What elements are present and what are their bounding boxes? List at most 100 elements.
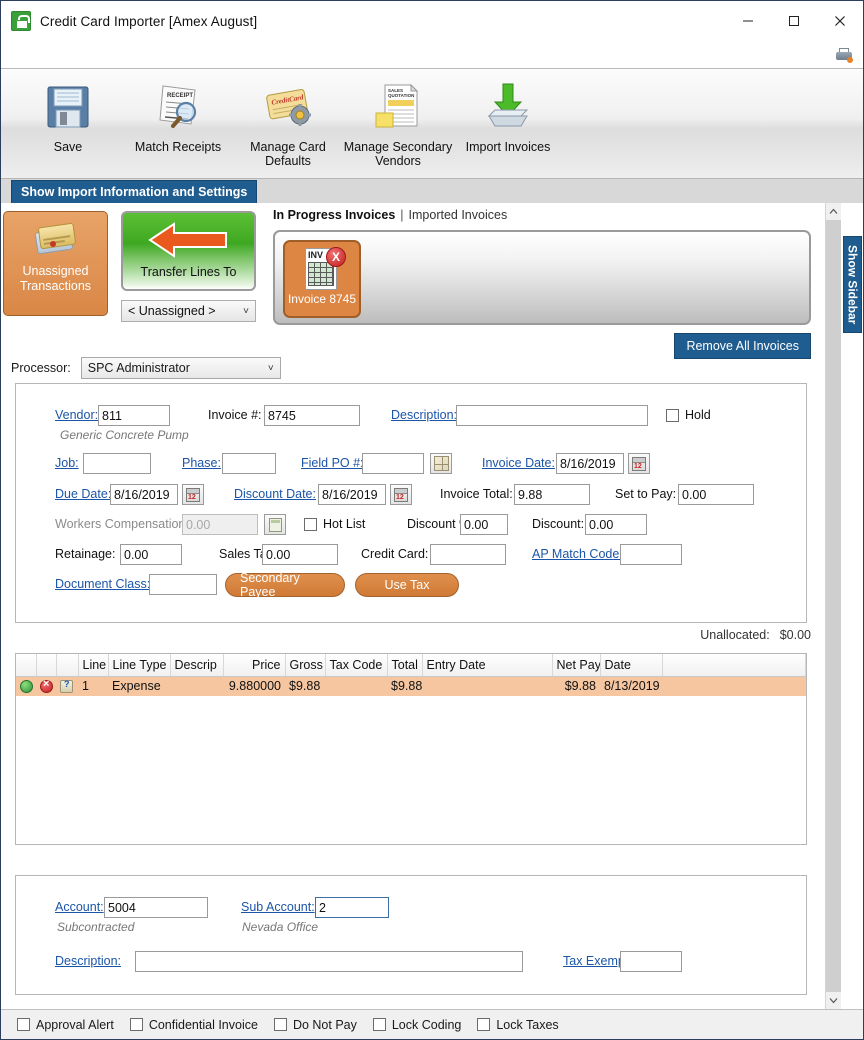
lock-coding-checkbox[interactable] <box>372 1018 386 1031</box>
job-input[interactable] <box>83 453 151 474</box>
grid-col-date[interactable]: Date <box>600 654 663 677</box>
confidential-invoice-checkbox-wrap[interactable]: Confidential Invoice <box>129 1018 258 1032</box>
maximize-button[interactable] <box>771 1 817 41</box>
grid-col-tax-code[interactable]: Tax Code <box>325 654 388 677</box>
sales-tax-input[interactable] <box>262 544 338 565</box>
due-date-picker-button[interactable] <box>182 484 204 505</box>
sub-account-label[interactable]: Sub Account: <box>241 900 315 914</box>
scroll-track[interactable] <box>826 220 841 992</box>
grid-col-blank1[interactable] <box>16 654 37 677</box>
vendor-input[interactable] <box>98 405 170 426</box>
account-input[interactable] <box>104 897 208 918</box>
use-tax-button[interactable]: Use Tax <box>355 573 459 597</box>
row-delete-cell[interactable] <box>36 676 56 696</box>
invoice-date-label[interactable]: Invoice Date: <box>482 456 555 470</box>
invoice-tile[interactable]: INV X Invoice 8745 <box>283 240 361 318</box>
account-label[interactable]: Account: <box>55 900 104 914</box>
show-sidebar-button[interactable]: Show Sidebar <box>843 236 862 333</box>
ap-match-code-input[interactable] <box>620 544 682 565</box>
job-label[interactable]: Job: <box>55 456 79 470</box>
processor-label: Processor: <box>11 361 71 375</box>
toolbar-import-invoices[interactable]: Import Invoices <box>453 69 563 173</box>
lock-taxes-checkbox-wrap[interactable]: Lock Taxes <box>477 1018 559 1032</box>
delete-icon[interactable] <box>40 678 53 694</box>
document-class-input[interactable] <box>149 574 217 595</box>
grid-col-total[interactable]: Total <box>387 654 423 677</box>
grid-col-gross[interactable]: Gross <box>285 654 326 677</box>
lock-taxes-checkbox[interactable] <box>477 1018 491 1031</box>
row-refresh-cell[interactable] <box>16 676 36 696</box>
grid-col-line[interactable]: Line <box>78 654 109 677</box>
tax-exempt-input[interactable] <box>620 951 682 972</box>
do-not-pay-checkbox-wrap[interactable]: Do Not Pay <box>273 1018 357 1032</box>
approval-alert-checkbox-wrap[interactable]: Approval Alert <box>17 1018 114 1032</box>
transfer-lines-to-button[interactable]: Transfer Lines To <box>121 211 256 291</box>
minimize-button[interactable] <box>725 1 771 41</box>
discount-input[interactable] <box>585 514 647 535</box>
processor-select[interactable]: SPC Administrator ˅ <box>80 357 281 379</box>
invoice-number-input[interactable] <box>264 405 360 426</box>
show-import-information-tab[interactable]: Show Import Information and Settings <box>11 180 258 203</box>
tab-imported-invoices[interactable]: Imported Invoices <box>409 208 508 222</box>
scroll-up-arrow-icon[interactable] <box>826 203 841 220</box>
printer-icon[interactable] <box>835 47 853 63</box>
close-button[interactable] <box>817 1 863 41</box>
due-date-label[interactable]: Due Date: <box>55 487 111 501</box>
invoice-doc-text: INV <box>308 250 324 260</box>
row-info-cell[interactable] <box>56 676 78 696</box>
credit-card-input[interactable] <box>430 544 506 565</box>
description-label[interactable]: Description: <box>391 408 457 422</box>
confidential-invoice-checkbox[interactable] <box>129 1018 143 1031</box>
field-po-input[interactable] <box>362 453 424 474</box>
grid-col-blank2[interactable] <box>36 654 57 677</box>
field-po-lookup-button[interactable] <box>430 453 452 474</box>
main-scrollbar[interactable] <box>825 203 841 1009</box>
lock-coding-checkbox-wrap[interactable]: Lock Coding <box>372 1018 461 1032</box>
set-to-pay-input[interactable] <box>678 484 754 505</box>
hot-list-checkbox[interactable] <box>304 517 317 531</box>
info-icon[interactable] <box>60 679 73 694</box>
grid-col-description[interactable]: Descrip <box>170 654 224 677</box>
remove-invoice-icon[interactable]: X <box>326 247 346 267</box>
discount-date-picker-button[interactable] <box>390 484 412 505</box>
invoice-total-input[interactable] <box>514 484 590 505</box>
discount-percent-input[interactable] <box>460 514 508 535</box>
grid-col-blank3[interactable] <box>56 654 79 677</box>
toolbar-save[interactable]: Save <box>13 69 123 173</box>
grid-col-price[interactable]: Price <box>223 654 286 677</box>
phase-label[interactable]: Phase: <box>182 456 221 470</box>
invoice-date-picker-button[interactable] <box>628 453 650 474</box>
ap-match-code-label[interactable]: AP Match Code: <box>532 547 623 561</box>
coding-description-label[interactable]: Description: <box>55 954 121 968</box>
sub-account-input[interactable] <box>315 897 389 918</box>
workers-compensation-calculator-button[interactable] <box>264 514 286 535</box>
hold-checkbox[interactable] <box>666 408 679 422</box>
invoice-date-input[interactable] <box>556 453 624 474</box>
grid-col-net-pay[interactable]: Net Pay <box>552 654 601 677</box>
field-po-label[interactable]: Field PO #: <box>301 456 364 470</box>
due-date-input[interactable] <box>110 484 178 505</box>
scroll-down-arrow-icon[interactable] <box>826 992 841 1009</box>
coding-description-input[interactable] <box>135 951 523 972</box>
discount-date-input[interactable] <box>318 484 386 505</box>
secondary-payee-button[interactable]: Secondary Payee <box>225 571 345 599</box>
grid-col-blank4[interactable] <box>662 654 806 677</box>
vendor-label[interactable]: Vendor: <box>55 408 98 422</box>
transfer-target-select[interactable]: < Unassigned > ˅ <box>121 300 256 322</box>
table-row[interactable]: 1 Expense 9.880000 $9.88 $9.88 $9.88 8/1… <box>16 676 806 696</box>
do-not-pay-checkbox[interactable] <box>273 1018 287 1031</box>
description-input[interactable] <box>456 405 648 426</box>
grid-col-line-type[interactable]: Line Type <box>108 654 171 677</box>
toolbar-manage-secondary-vendors[interactable]: SALES QUOTATION Manage Secondary Vendors <box>343 69 453 173</box>
phase-input[interactable] <box>222 453 276 474</box>
approval-alert-checkbox[interactable] <box>17 1018 30 1031</box>
unassigned-transactions-panel[interactable]: Unassigned Transactions <box>3 211 108 316</box>
grid-col-entry-date[interactable]: Entry Date <box>422 654 553 677</box>
toolbar-manage-card-defaults[interactable]: CreditCard Manage Card Defaults <box>233 69 343 173</box>
tab-in-progress-invoices[interactable]: In Progress Invoices <box>273 208 395 222</box>
toolbar-match-receipts[interactable]: RECEIPT Match Receipts <box>123 69 233 173</box>
refresh-icon[interactable] <box>20 680 33 694</box>
retainage-input[interactable] <box>120 544 182 565</box>
document-class-label[interactable]: Document Class: <box>55 577 150 591</box>
discount-date-label[interactable]: Discount Date: <box>234 487 316 501</box>
